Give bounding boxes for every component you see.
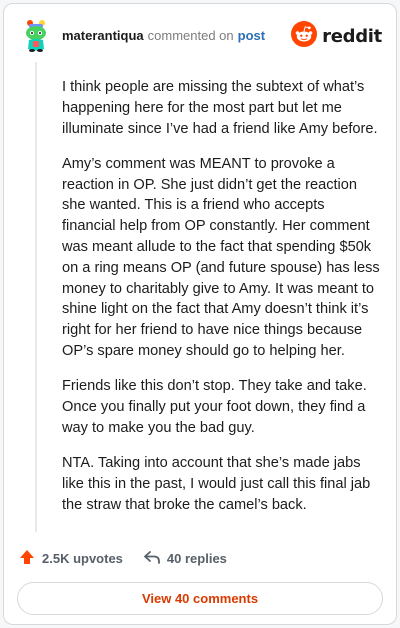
- thread-line: [35, 62, 37, 532]
- comment-meta: materantiqua commented on post: [62, 28, 265, 44]
- reddit-wordmark: reddit: [322, 25, 382, 47]
- upvote-button[interactable]: 2.5K upvotes: [18, 548, 123, 569]
- comment-actions: 2.5K upvotes 40 replies: [18, 547, 227, 569]
- reddit-brand[interactable]: reddit: [291, 20, 382, 52]
- view-comments-button[interactable]: View 40 comments: [17, 582, 383, 615]
- upvote-count: 2.5K upvotes: [42, 550, 123, 566]
- reply-button[interactable]: 40 replies: [143, 549, 227, 568]
- reply-count: 40 replies: [166, 550, 227, 566]
- reply-arrow-icon: [143, 549, 167, 568]
- post-link[interactable]: post: [238, 28, 265, 43]
- username-link[interactable]: materantiqua: [62, 28, 144, 43]
- comment-paragraph-1: I think people are missing the subtext o…: [62, 79, 378, 137]
- upvote-arrow-icon: [18, 548, 42, 569]
- comment-paragraph-3: Friends like this don’t stop. They take …: [62, 378, 367, 436]
- comment-card: materantiqua commented on post reddit I …: [3, 3, 397, 625]
- snoo-avatar-icon[interactable]: [21, 19, 51, 53]
- comment-paragraph-4: NTA. Taking into account that she’s made…: [62, 455, 371, 513]
- reddit-logo-icon: [291, 20, 318, 52]
- comment-body: I think people are missing the subtext o…: [62, 77, 380, 530]
- comment-paragraph-2: Amy’s comment was MEANT to provoke a rea…: [62, 155, 380, 360]
- commented-on-label: commented on: [147, 28, 234, 43]
- comment-header: materantiqua commented on post reddit: [4, 4, 396, 64]
